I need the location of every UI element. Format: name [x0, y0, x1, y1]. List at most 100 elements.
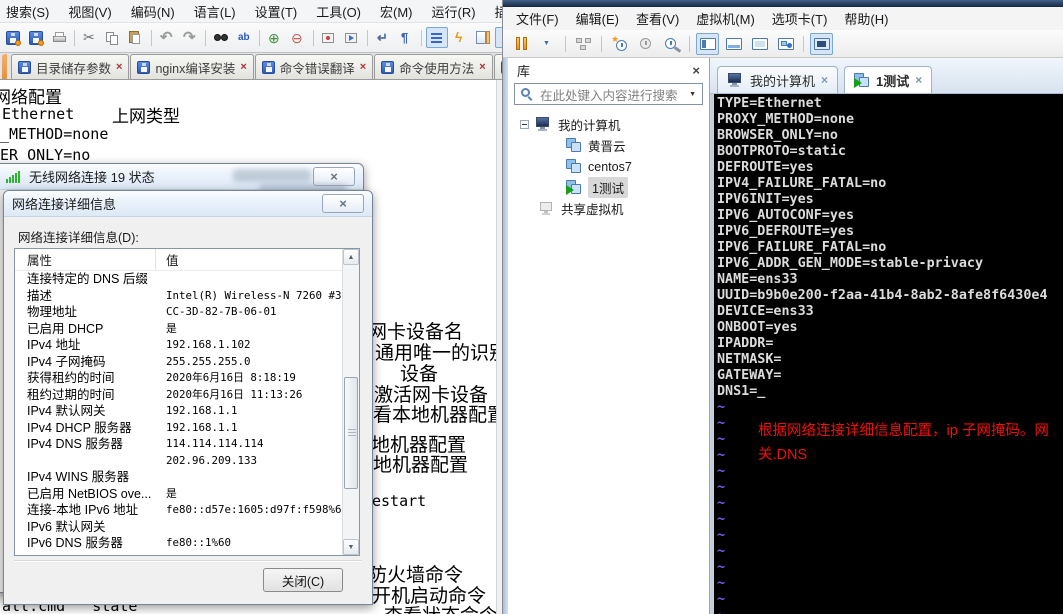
column-property[interactable]: 属性	[15, 250, 155, 269]
menu-item-语言(L)[interactable]: 语言(L)	[194, 2, 236, 21]
close-button[interactable]: 关闭(C)	[263, 568, 343, 592]
tab-close-icon[interactable]: ×	[360, 61, 366, 73]
unity-view-icon-button[interactable]	[774, 33, 797, 55]
vm-console-screen[interactable]: TYPE=Ethernet PROXY_METHOD=none BROWSER_ON…	[710, 94, 1063, 614]
show-library-icon-button[interactable]	[696, 32, 719, 55]
menu-item-查看(V)[interactable]: 查看(V)	[636, 9, 679, 28]
file-tab-命令错误翻译[interactable]: 命令错误翻译 ×	[254, 54, 374, 79]
scroll-up-icon[interactable]: ▲	[343, 249, 359, 265]
details-row[interactable]: 描述 Intel(R) Wireless-N 7260 #3	[15, 288, 342, 305]
details-row[interactable]: 202.96.209.133	[15, 453, 342, 470]
details-row[interactable]: IPv6 默认网关	[15, 519, 342, 536]
details-row[interactable]: IPv4 地址 192.168.1.102	[15, 337, 342, 354]
tree-item-黄晋云[interactable]: 黄晋云	[508, 135, 709, 156]
details-row[interactable]: IPv4 DHCP 服务器 192.168.1.1	[15, 420, 342, 437]
console-tab-1测试[interactable]: 1测试 ×	[844, 66, 933, 93]
playback-macro-icon-button[interactable]	[341, 27, 363, 48]
find-icon-button[interactable]	[210, 27, 232, 48]
menu-item-插件(P)[interactable]: 插件(P)	[495, 2, 502, 21]
menu-item-工具(O)[interactable]: 工具(O)	[316, 2, 361, 21]
tab-close-icon[interactable]: ×	[116, 61, 122, 73]
details-scrollbar[interactable]: ▲ ▼	[342, 249, 359, 555]
network-adapter-icon-button[interactable]	[572, 33, 595, 55]
details-row[interactable]: IPv4 DNS 服务器 114.114.114.114	[15, 436, 342, 453]
details-row[interactable]: 已启用 DHCP 是	[15, 321, 342, 338]
tab-close-icon[interactable]: ×	[479, 61, 485, 73]
details-row[interactable]: IPv4 WINS 服务器	[15, 469, 342, 486]
details-row[interactable]: IPv4 子网掩码 255.255.255.0	[15, 354, 342, 371]
zoom-out-icon-button[interactable]	[287, 27, 309, 48]
clipped-tab-edge[interactable]	[2, 54, 7, 79]
print-icon-button[interactable]	[48, 27, 70, 48]
console-tab-我的计算机[interactable]: 我的计算机 ×	[717, 66, 839, 93]
shortcut-mapper-icon-button[interactable]	[449, 27, 471, 48]
take-snapshot-icon-button[interactable]	[608, 33, 631, 55]
tree-item-centos7[interactable]: centos7	[508, 156, 709, 177]
show-symbols-icon-button[interactable]	[395, 27, 417, 48]
details-row[interactable]: IPv6 DNS 服务器 fe80::1%60	[15, 535, 342, 552]
menu-item-虚拟机(M)[interactable]: 虚拟机(M)	[696, 9, 755, 28]
revert-snapshot-icon-button[interactable]	[634, 33, 657, 55]
file-tab-label: 目录储存参数	[36, 61, 112, 76]
details-row[interactable]: 连接特定的 DNS 后缀	[15, 271, 342, 288]
undo-icon-button[interactable]	[156, 27, 178, 48]
search-input[interactable]: 在此处键入内容进行搜索 ▼	[514, 83, 703, 105]
function-list-icon-button[interactable]	[495, 27, 502, 48]
save-all-icon-button[interactable]	[25, 27, 47, 48]
tab-close-icon[interactable]: ×	[240, 61, 246, 73]
fullscreen-icon-button[interactable]	[748, 33, 771, 55]
save-icon-button[interactable]	[2, 27, 24, 48]
tree-item-我的计算机[interactable]: 我的计算机	[508, 114, 709, 135]
details-row[interactable]: 租约过期的时间 2020年6月16日 11:13:26	[15, 387, 342, 404]
thumbnail-bar-icon-button[interactable]	[722, 33, 745, 55]
console-view-icon-button[interactable]	[810, 32, 833, 55]
menu-item-设置(T)[interactable]: 设置(T)	[255, 2, 298, 21]
menu-item-搜索(S)[interactable]: 搜索(S)	[6, 2, 49, 21]
menu-item-选项卡(T)[interactable]: 选项卡(T)	[772, 9, 828, 28]
word-wrap-icon-button[interactable]	[372, 27, 394, 48]
chevron-down-icon[interactable]: ▼	[689, 91, 696, 98]
file-tab-常用[interactable]: 常用×	[493, 54, 502, 79]
details-row[interactable]: IPv4 默认网关 192.168.1.1	[15, 403, 342, 420]
menu-item-视图(V)[interactable]: 视图(V)	[68, 2, 111, 21]
scroll-down-icon[interactable]: ▼	[343, 539, 359, 555]
scrollbar-thumb[interactable]	[344, 377, 358, 489]
details-row[interactable]: 获得租约的时间 2020年6月16日 8:18:19	[15, 370, 342, 387]
paste-icon-button[interactable]	[125, 27, 147, 48]
file-tab-命令使用方法[interactable]: 命令使用方法 ×	[374, 54, 493, 79]
expander-icon[interactable]	[520, 120, 529, 129]
details-list: 属性 值 连接特定的 DNS 后缀 描述 Intel(R) Wireless-N 7…	[14, 248, 360, 556]
console-scrollbar[interactable]	[710, 94, 714, 614]
zoom-in-icon-button[interactable]	[264, 27, 286, 48]
copy-icon-button[interactable]	[102, 27, 124, 48]
console-line: TYPE=Ethernet	[717, 96, 822, 111]
menu-item-编辑(E)[interactable]: 编辑(E)	[576, 9, 619, 28]
menu-item-帮助(H)[interactable]: 帮助(H)	[844, 9, 888, 28]
menu-item-运行(R)[interactable]: 运行(R)	[432, 2, 476, 21]
editor-scrollbar[interactable]	[496, 80, 502, 614]
file-tab-nginx编译安装[interactable]: nginx编译安装 ×	[130, 54, 254, 79]
dropdown-caret-icon-button[interactable]	[536, 33, 559, 55]
indent-guide-icon-button[interactable]	[426, 27, 448, 48]
replace-icon-button[interactable]	[233, 27, 255, 48]
details-row[interactable]: 物理地址 CC-3D-82-7B-06-01	[15, 304, 342, 321]
tree-item-共享虚拟机[interactable]: 共享虚拟机	[508, 198, 709, 219]
column-value[interactable]: 值	[155, 249, 342, 270]
close-icon[interactable]: ×	[322, 194, 364, 213]
details-row[interactable]: 已启用 NetBIOS ove... 是	[15, 486, 342, 503]
menu-item-文件(F)[interactable]: 文件(F)	[516, 9, 559, 28]
tab-close-icon[interactable]: ×	[915, 74, 922, 86]
tab-close-icon[interactable]: ×	[821, 74, 828, 86]
snapshot-manager-icon-button[interactable]	[660, 33, 683, 55]
pause-icon-button[interactable]	[510, 33, 533, 55]
details-row[interactable]: 连接-本地 IPv6 地址 fe80::d57e:1605:d97f:f598%6…	[15, 502, 342, 519]
close-icon[interactable]: ×	[692, 64, 700, 77]
tree-item-1测试[interactable]: 1测试	[508, 177, 709, 198]
file-tab-目录储存参数[interactable]: 目录储存参数 ×	[11, 54, 130, 79]
cut-icon-button[interactable]	[79, 27, 101, 48]
document-map-icon-button[interactable]	[472, 27, 494, 48]
menu-item-编码(N)[interactable]: 编码(N)	[131, 2, 175, 21]
menu-item-宏(M)[interactable]: 宏(M)	[380, 2, 413, 21]
record-macro-icon-button[interactable]	[318, 27, 340, 48]
redo-icon-button[interactable]	[179, 27, 201, 48]
